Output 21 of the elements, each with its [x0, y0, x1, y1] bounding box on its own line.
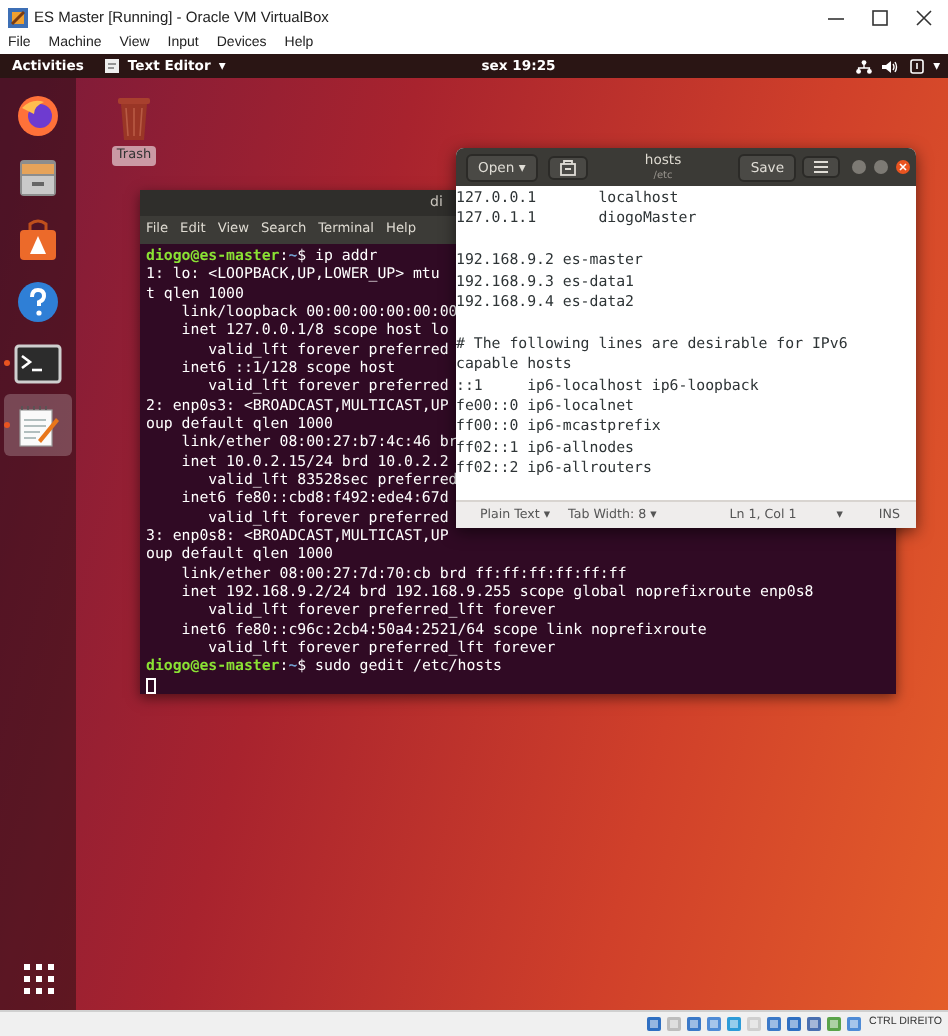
firefox-icon[interactable] [16, 93, 60, 137]
file-cabinet-icon[interactable] [16, 155, 60, 199]
power-icon[interactable] [909, 58, 924, 74]
shopping-bag-icon[interactable] [16, 217, 60, 261]
text-editor-icon [103, 58, 120, 74]
close-icon[interactable] [916, 9, 932, 25]
maximize-icon[interactable] [874, 160, 888, 174]
text-cursor [146, 677, 155, 695]
maximize-icon[interactable] [872, 9, 888, 25]
notepad-icon[interactable] [16, 403, 60, 447]
menu-button[interactable] [802, 156, 840, 178]
new-document-button[interactable] [547, 155, 588, 179]
minimize-icon[interactable] [852, 160, 866, 174]
terminal-icon[interactable] [14, 343, 62, 383]
volume-icon[interactable] [881, 59, 898, 73]
network-icon[interactable] [855, 59, 872, 73]
menu-icon [814, 160, 828, 174]
document-icon [559, 159, 576, 175]
app-grid-icon[interactable] [19, 960, 57, 998]
help-icon[interactable] [16, 279, 60, 323]
app-icon [8, 7, 28, 27]
